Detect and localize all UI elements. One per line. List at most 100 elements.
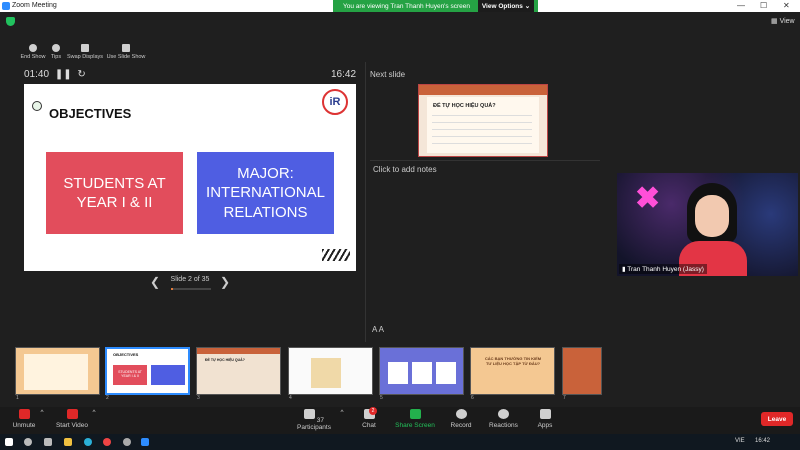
slide-logo: iR <box>322 89 348 115</box>
thumbnail-slide-3[interactable]: ĐỂ TỰ HỌC HIỆU QUẢ? <box>196 347 281 395</box>
prev-slide-icon[interactable]: ❮ <box>150 275 160 289</box>
slide-circle-decoration <box>32 101 42 111</box>
thumbnail-slide-4[interactable] <box>288 347 373 395</box>
slide-box-major: MAJOR: INTERNATIONAL RELATIONS <box>197 152 334 234</box>
reactions-label: Reactions <box>489 422 518 429</box>
next-slide-line <box>432 136 532 137</box>
next-slide-title: ĐỂ TỰ HỌC HIỆU QUẢ? <box>433 103 496 109</box>
app-icon[interactable] <box>123 438 131 446</box>
start-video-label: Start Video <box>55 422 89 429</box>
unmute-label: Unmute <box>12 422 36 429</box>
slide-hatch-decoration <box>322 249 350 261</box>
record-button[interactable]: Record <box>450 409 472 429</box>
slide-progress-bar <box>171 288 211 290</box>
end-show-icon <box>29 44 37 52</box>
swap-icon <box>81 44 89 52</box>
thumbnail-title: ĐỂ TỰ HỌC HIỆU QUẢ? <box>205 358 245 362</box>
share-screen-button[interactable]: Share Screen <box>394 409 436 429</box>
zoom-taskbar-icon[interactable] <box>141 438 149 446</box>
apps-label: Apps <box>537 422 553 429</box>
notes-area[interactable]: Click to add notes <box>373 165 437 174</box>
next-slide-preview[interactable]: ĐỂ TỰ HỌC HIỆU QUẢ? <box>418 84 548 157</box>
taskbar-clock[interactable]: 16:42 <box>755 438 770 444</box>
meeting-toolbar: Unmute ^ Start Video ^ 37 Participants ^… <box>0 407 800 434</box>
thumbnail-band <box>197 348 280 354</box>
unmute-button[interactable]: Unmute <box>10 409 38 429</box>
thumbnail-slide-7[interactable] <box>562 347 602 395</box>
edge-icon[interactable] <box>84 438 92 446</box>
file-explorer-icon[interactable] <box>64 438 72 446</box>
thumbnail-slide-2[interactable]: OBJECTIVES STUDENTS AT YEAR I & II <box>105 347 190 395</box>
slide-navigator: ❮ Slide 2 of 35 ❯ <box>150 275 230 290</box>
thumbnail-card <box>24 354 88 390</box>
view-options-button[interactable]: View Options ⌄ <box>478 0 534 12</box>
thumbnail-card <box>412 362 432 384</box>
presentation-timer: 01:40 ❚❚ ↻ <box>24 69 86 80</box>
video-options-chevron-icon[interactable]: ^ <box>90 409 98 416</box>
minimize-icon[interactable]: — <box>737 1 745 10</box>
language-indicator[interactable]: VIE <box>735 438 745 444</box>
pause-icon[interactable]: ❚❚ <box>55 69 72 80</box>
view-button[interactable]: ▦ View <box>771 17 795 25</box>
share-screen-icon <box>409 409 421 419</box>
info-icon <box>52 44 60 52</box>
apps-button[interactable]: Apps <box>535 409 555 429</box>
task-view-icon[interactable] <box>44 438 52 446</box>
audio-options-chevron-icon[interactable]: ^ <box>38 409 46 416</box>
security-shield-icon[interactable] <box>6 17 15 26</box>
search-icon[interactable] <box>24 438 32 446</box>
next-slide-label: Next slide <box>370 70 406 79</box>
participants-chevron-icon[interactable]: ^ <box>338 409 346 416</box>
thumbnail-slide-5[interactable] <box>379 347 464 395</box>
windows-start-icon[interactable] <box>5 438 13 446</box>
thumbnail-number: 7 <box>563 395 566 401</box>
zoom-logo-icon <box>2 2 10 10</box>
thumbnail-number: 3 <box>197 395 200 401</box>
thumbnail-slide-1[interactable] <box>15 347 100 395</box>
end-show-button[interactable]: End Show <box>20 44 46 60</box>
chrome-icon[interactable] <box>103 438 111 446</box>
close-icon[interactable]: ✕ <box>783 1 790 10</box>
chat-button[interactable]: 2 Chat <box>360 407 378 429</box>
leave-button[interactable]: Leave <box>761 412 793 426</box>
slide-progress-fill <box>171 288 174 290</box>
reactions-icon <box>497 409 509 419</box>
thumbnail-number: 2 <box>106 395 109 401</box>
next-slide-icon[interactable]: ❯ <box>220 275 230 289</box>
record-label: Record <box>450 422 472 429</box>
mic-muted-icon <box>18 409 30 419</box>
thumbnail-heading: OBJECTIVES <box>113 352 139 357</box>
start-video-button[interactable]: Start Video <box>55 409 89 429</box>
use-slide-show-button[interactable]: Use Slide Show <box>106 44 146 60</box>
tips-button[interactable]: Tips <box>48 44 64 60</box>
participant-name: ▮ Tran Thanh Huyen (Jassy) <box>619 264 707 274</box>
windows-taskbar: VIE 16:42 <box>0 434 800 450</box>
share-screen-label: Share Screen <box>395 422 435 429</box>
thumbnail-number: 1 <box>16 395 19 401</box>
end-show-label: End Show <box>20 54 46 60</box>
thumbnail-card <box>436 362 456 384</box>
reset-timer-icon[interactable]: ↻ <box>77 69 85 80</box>
participants-button[interactable]: 37 Participants <box>296 409 332 431</box>
participant-figure <box>679 183 747 276</box>
thumbnail-number: 4 <box>289 395 292 401</box>
thumbnail-slide-6[interactable]: CÁC BẠN THƯỜNG TIN KIẾM TƯ LIỆU HỌC TẬP … <box>470 347 555 395</box>
slide-box-students: STUDENTS AT YEAR I & II <box>46 152 183 234</box>
next-slide-line <box>432 122 532 123</box>
window-title: Zoom Meeting <box>12 2 57 9</box>
pane-divider[interactable] <box>365 62 366 342</box>
notes-font-size-controls[interactable]: A A <box>372 325 384 334</box>
slide-filmstrip: 1 OBJECTIVES STUDENTS AT YEAR I & II 2 Đ… <box>0 344 800 401</box>
participant-video[interactable]: ✖ ▮ Tran Thanh Huyen (Jassy) <box>617 173 798 276</box>
screen-share-banner: You are viewing Tran Thanh Huyen's scree… <box>333 0 538 12</box>
current-slide: OBJECTIVES iR STUDENTS AT YEAR I & II MA… <box>24 84 356 271</box>
reactions-button[interactable]: Reactions <box>489 409 518 429</box>
swap-displays-label: Swap Displays <box>66 54 104 60</box>
clock: 16:42 <box>331 69 357 80</box>
maximize-icon[interactable]: ☐ <box>760 1 767 10</box>
thumbnail-box-b <box>151 365 185 385</box>
next-slide-band <box>419 85 547 95</box>
slide-heading: OBJECTIVES <box>49 106 132 121</box>
swap-displays-button[interactable]: Swap Displays <box>65 44 105 60</box>
timer-value: 01:40 <box>24 69 50 80</box>
